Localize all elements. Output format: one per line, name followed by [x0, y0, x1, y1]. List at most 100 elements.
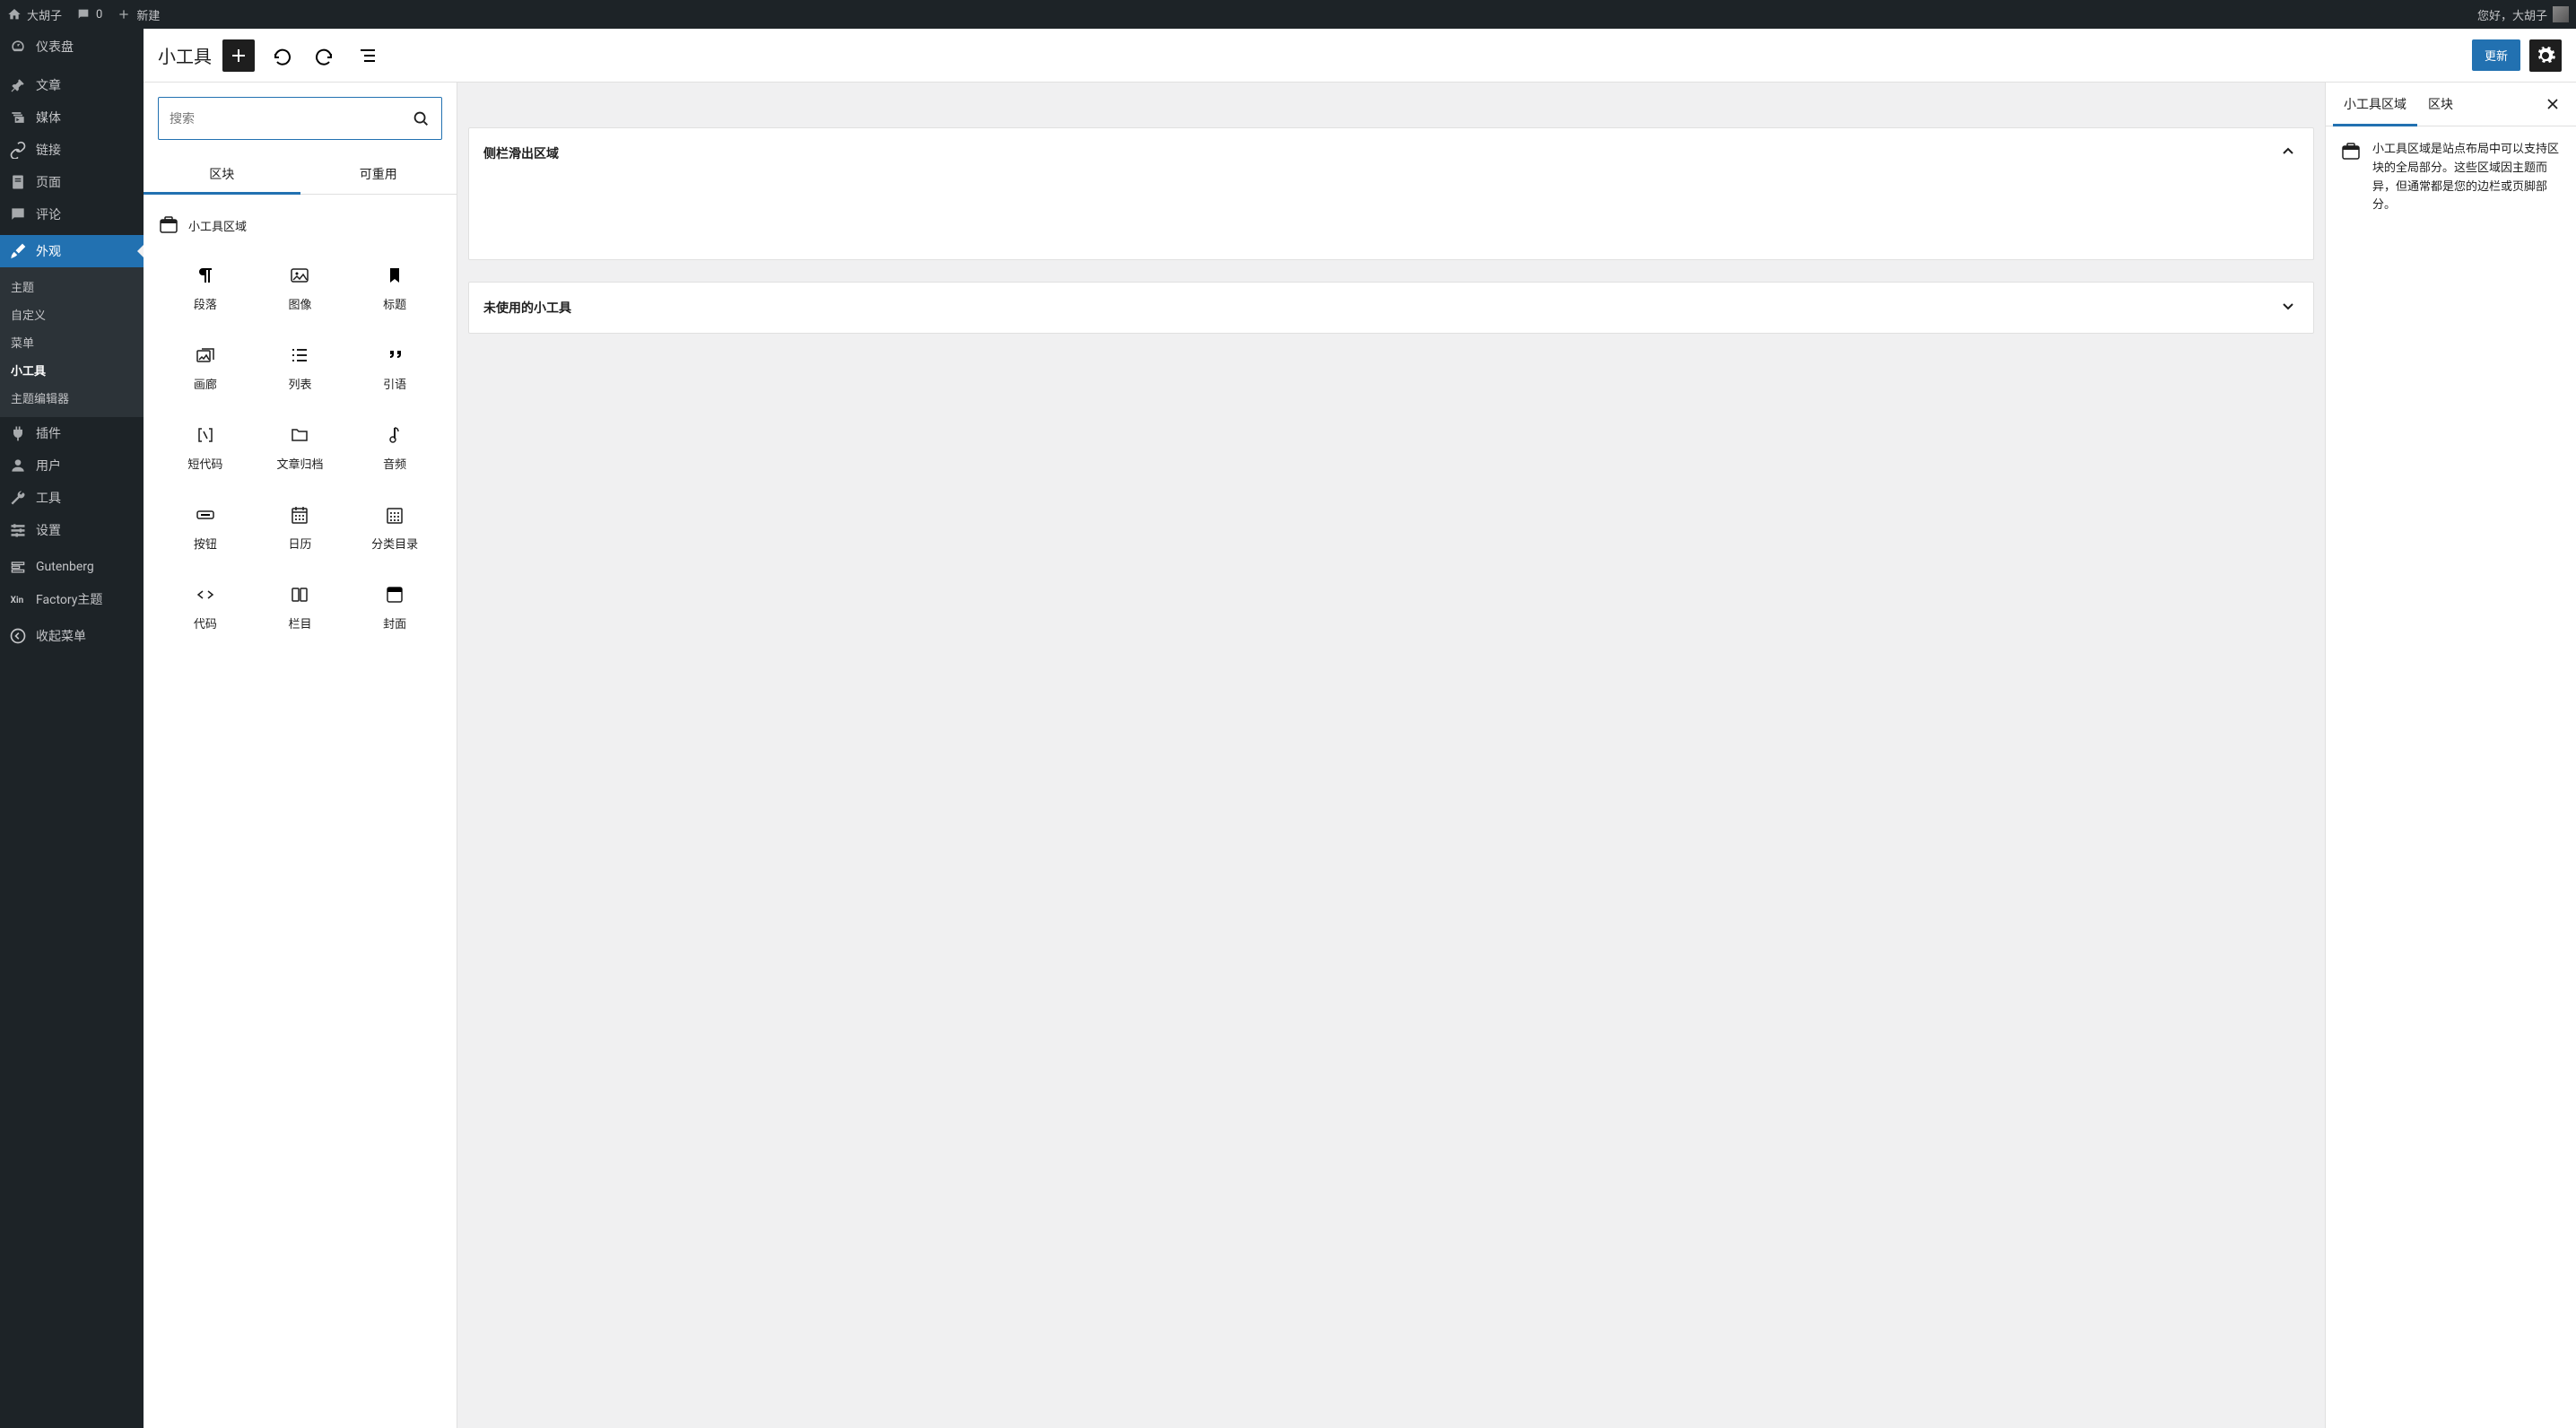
- tab-reusable[interactable]: 可重用: [300, 154, 457, 194]
- chevron-up-icon: [2277, 141, 2299, 166]
- block-item-label: 按钮: [194, 535, 217, 552]
- list-view-button[interactable]: [352, 39, 384, 72]
- block-item-code[interactable]: 代码: [158, 571, 253, 644]
- block-item-gallery[interactable]: 画廊: [158, 332, 253, 405]
- sidebar-item-users[interactable]: 用户: [0, 449, 144, 482]
- category-header: 小工具区域: [158, 209, 442, 252]
- calendar-icon: [289, 504, 310, 526]
- sidebar-item-media[interactable]: 媒体: [0, 101, 144, 134]
- block-item-cover[interactable]: 封面: [347, 571, 442, 644]
- sidebar-item-dashboard[interactable]: 仪表盘: [0, 29, 144, 65]
- settings-description: 小工具区域是站点布局中可以支持区块的全局部分。这些区域因主题而异，但通常都是您的…: [2372, 141, 2562, 215]
- search-icon: [411, 109, 431, 128]
- close-settings-button[interactable]: [2537, 88, 2569, 120]
- sidebar-item-gutenberg[interactable]: Gutenberg: [0, 551, 144, 583]
- submenu-customize[interactable]: 自定义: [0, 300, 144, 328]
- close-icon: [2544, 95, 2562, 113]
- block-item-list[interactable]: 列表: [253, 332, 348, 405]
- sidebar-label: 外观: [36, 242, 61, 260]
- plus-icon: [228, 45, 249, 66]
- block-item-calendar[interactable]: 日历: [253, 492, 348, 564]
- block-item-label: 列表: [288, 375, 311, 392]
- submenu-theme-editor[interactable]: 主题编辑器: [0, 384, 144, 412]
- xin-icon: [9, 590, 27, 608]
- new-label: 新建: [136, 6, 160, 23]
- sidebar-item-settings[interactable]: 设置: [0, 514, 144, 546]
- block-item-label: 段落: [194, 295, 217, 312]
- undo-button[interactable]: [265, 39, 298, 72]
- widget-area-body[interactable]: [469, 178, 2313, 259]
- tab-widget-areas[interactable]: 小工具区域: [2333, 83, 2417, 126]
- update-button[interactable]: 更新: [2472, 39, 2520, 71]
- gear-icon: [2535, 45, 2556, 66]
- block-item-label: 代码: [194, 614, 217, 631]
- bookmark-icon: [384, 265, 405, 286]
- categories-icon: [384, 504, 405, 526]
- sidebar-item-posts[interactable]: 文章: [0, 69, 144, 101]
- sidebar-label: 收起菜单: [36, 627, 86, 645]
- sidebar-label: 媒体: [36, 109, 61, 126]
- brush-icon: [9, 242, 27, 260]
- site-name-label: 大胡子: [27, 6, 62, 23]
- search-input[interactable]: [170, 111, 411, 126]
- admin-sidebar: 仪表盘 文章 媒体 链接 页面 评论 外观 主题 自定义 菜单 小工具 主题编辑…: [0, 29, 144, 1428]
- widget-area-header[interactable]: 侧栏滑出区域: [469, 128, 2313, 178]
- widget-area-header[interactable]: 未使用的小工具: [469, 283, 2313, 333]
- block-item-pilcrow[interactable]: 段落: [158, 252, 253, 325]
- block-item-folder[interactable]: 文章归档: [253, 412, 348, 484]
- sidebar-label: Factory主题: [36, 590, 102, 608]
- sidebar-item-comments[interactable]: 评论: [0, 198, 144, 231]
- tab-blocks[interactable]: 区块: [144, 154, 300, 194]
- plugin-icon: [9, 424, 27, 442]
- block-item-button[interactable]: 按钮: [158, 492, 253, 564]
- block-item-categories[interactable]: 分类目录: [347, 492, 442, 564]
- sidebar-item-appearance[interactable]: 外观: [0, 235, 144, 267]
- admin-bar-comments[interactable]: 0: [76, 7, 102, 22]
- list-icon: [289, 344, 310, 366]
- block-item-shortcode[interactable]: 短代码: [158, 412, 253, 484]
- block-item-quote[interactable]: 引语: [347, 332, 442, 405]
- widget-area-title: 未使用的小工具: [483, 299, 571, 317]
- redo-button[interactable]: [309, 39, 341, 72]
- cover-icon: [384, 584, 405, 605]
- add-block-button[interactable]: [222, 39, 255, 72]
- submenu-themes[interactable]: 主题: [0, 273, 144, 300]
- tab-block[interactable]: 区块: [2417, 83, 2464, 126]
- sidebar-item-tools[interactable]: 工具: [0, 482, 144, 514]
- list-view-icon: [357, 45, 379, 66]
- audio-icon: [384, 424, 405, 446]
- block-item-label: 引语: [383, 375, 406, 392]
- sidebar-item-collapse[interactable]: 收起菜单: [0, 620, 144, 652]
- block-item-columns[interactable]: 栏目: [253, 571, 348, 644]
- sidebar-label: 页面: [36, 173, 61, 191]
- plus-icon: [117, 7, 131, 22]
- gutenberg-icon: [9, 558, 27, 576]
- comments-count: 0: [96, 8, 102, 22]
- block-grid: 段落 图像标题画廊列表 引语短代码文章归档音频按钮 日历分类目录代码 栏目封面: [158, 252, 442, 644]
- settings-toggle-button[interactable]: [2529, 39, 2562, 72]
- home-icon: [7, 7, 22, 22]
- sidebar-label: Gutenberg: [36, 560, 94, 574]
- block-item-label: 封面: [383, 614, 406, 631]
- redo-icon: [314, 45, 335, 66]
- comment-icon: [9, 205, 27, 223]
- sidebar-item-plugins[interactable]: 插件: [0, 417, 144, 449]
- block-item-bookmark[interactable]: 标题: [347, 252, 442, 325]
- block-item-audio[interactable]: 音频: [347, 412, 442, 484]
- shortcode-icon: [195, 424, 216, 446]
- block-inserter-panel: 区块 可重用 小工具区域 段落 图像标题画廊列表 引语短代码文章归档音频按钮 日历分类…: [144, 83, 457, 1428]
- submenu-menus[interactable]: 菜单: [0, 328, 144, 356]
- appearance-submenu: 主题 自定义 菜单 小工具 主题编辑器: [0, 267, 144, 417]
- page-icon: [9, 173, 27, 191]
- admin-bar: 大胡子 0 新建 您好，大胡子: [0, 0, 2576, 29]
- search-input-wrapper[interactable]: [158, 97, 442, 140]
- gallery-icon: [195, 344, 216, 366]
- sidebar-item-pages[interactable]: 页面: [0, 166, 144, 198]
- admin-bar-account[interactable]: 您好，大胡子: [2477, 6, 2569, 23]
- sidebar-item-links[interactable]: 链接: [0, 134, 144, 166]
- submenu-widgets[interactable]: 小工具: [0, 356, 144, 384]
- block-item-image[interactable]: 图像: [253, 252, 348, 325]
- admin-bar-new[interactable]: 新建: [117, 6, 160, 23]
- sidebar-item-factory-theme[interactable]: Factory主题: [0, 583, 144, 615]
- admin-bar-site[interactable]: 大胡子: [7, 6, 62, 23]
